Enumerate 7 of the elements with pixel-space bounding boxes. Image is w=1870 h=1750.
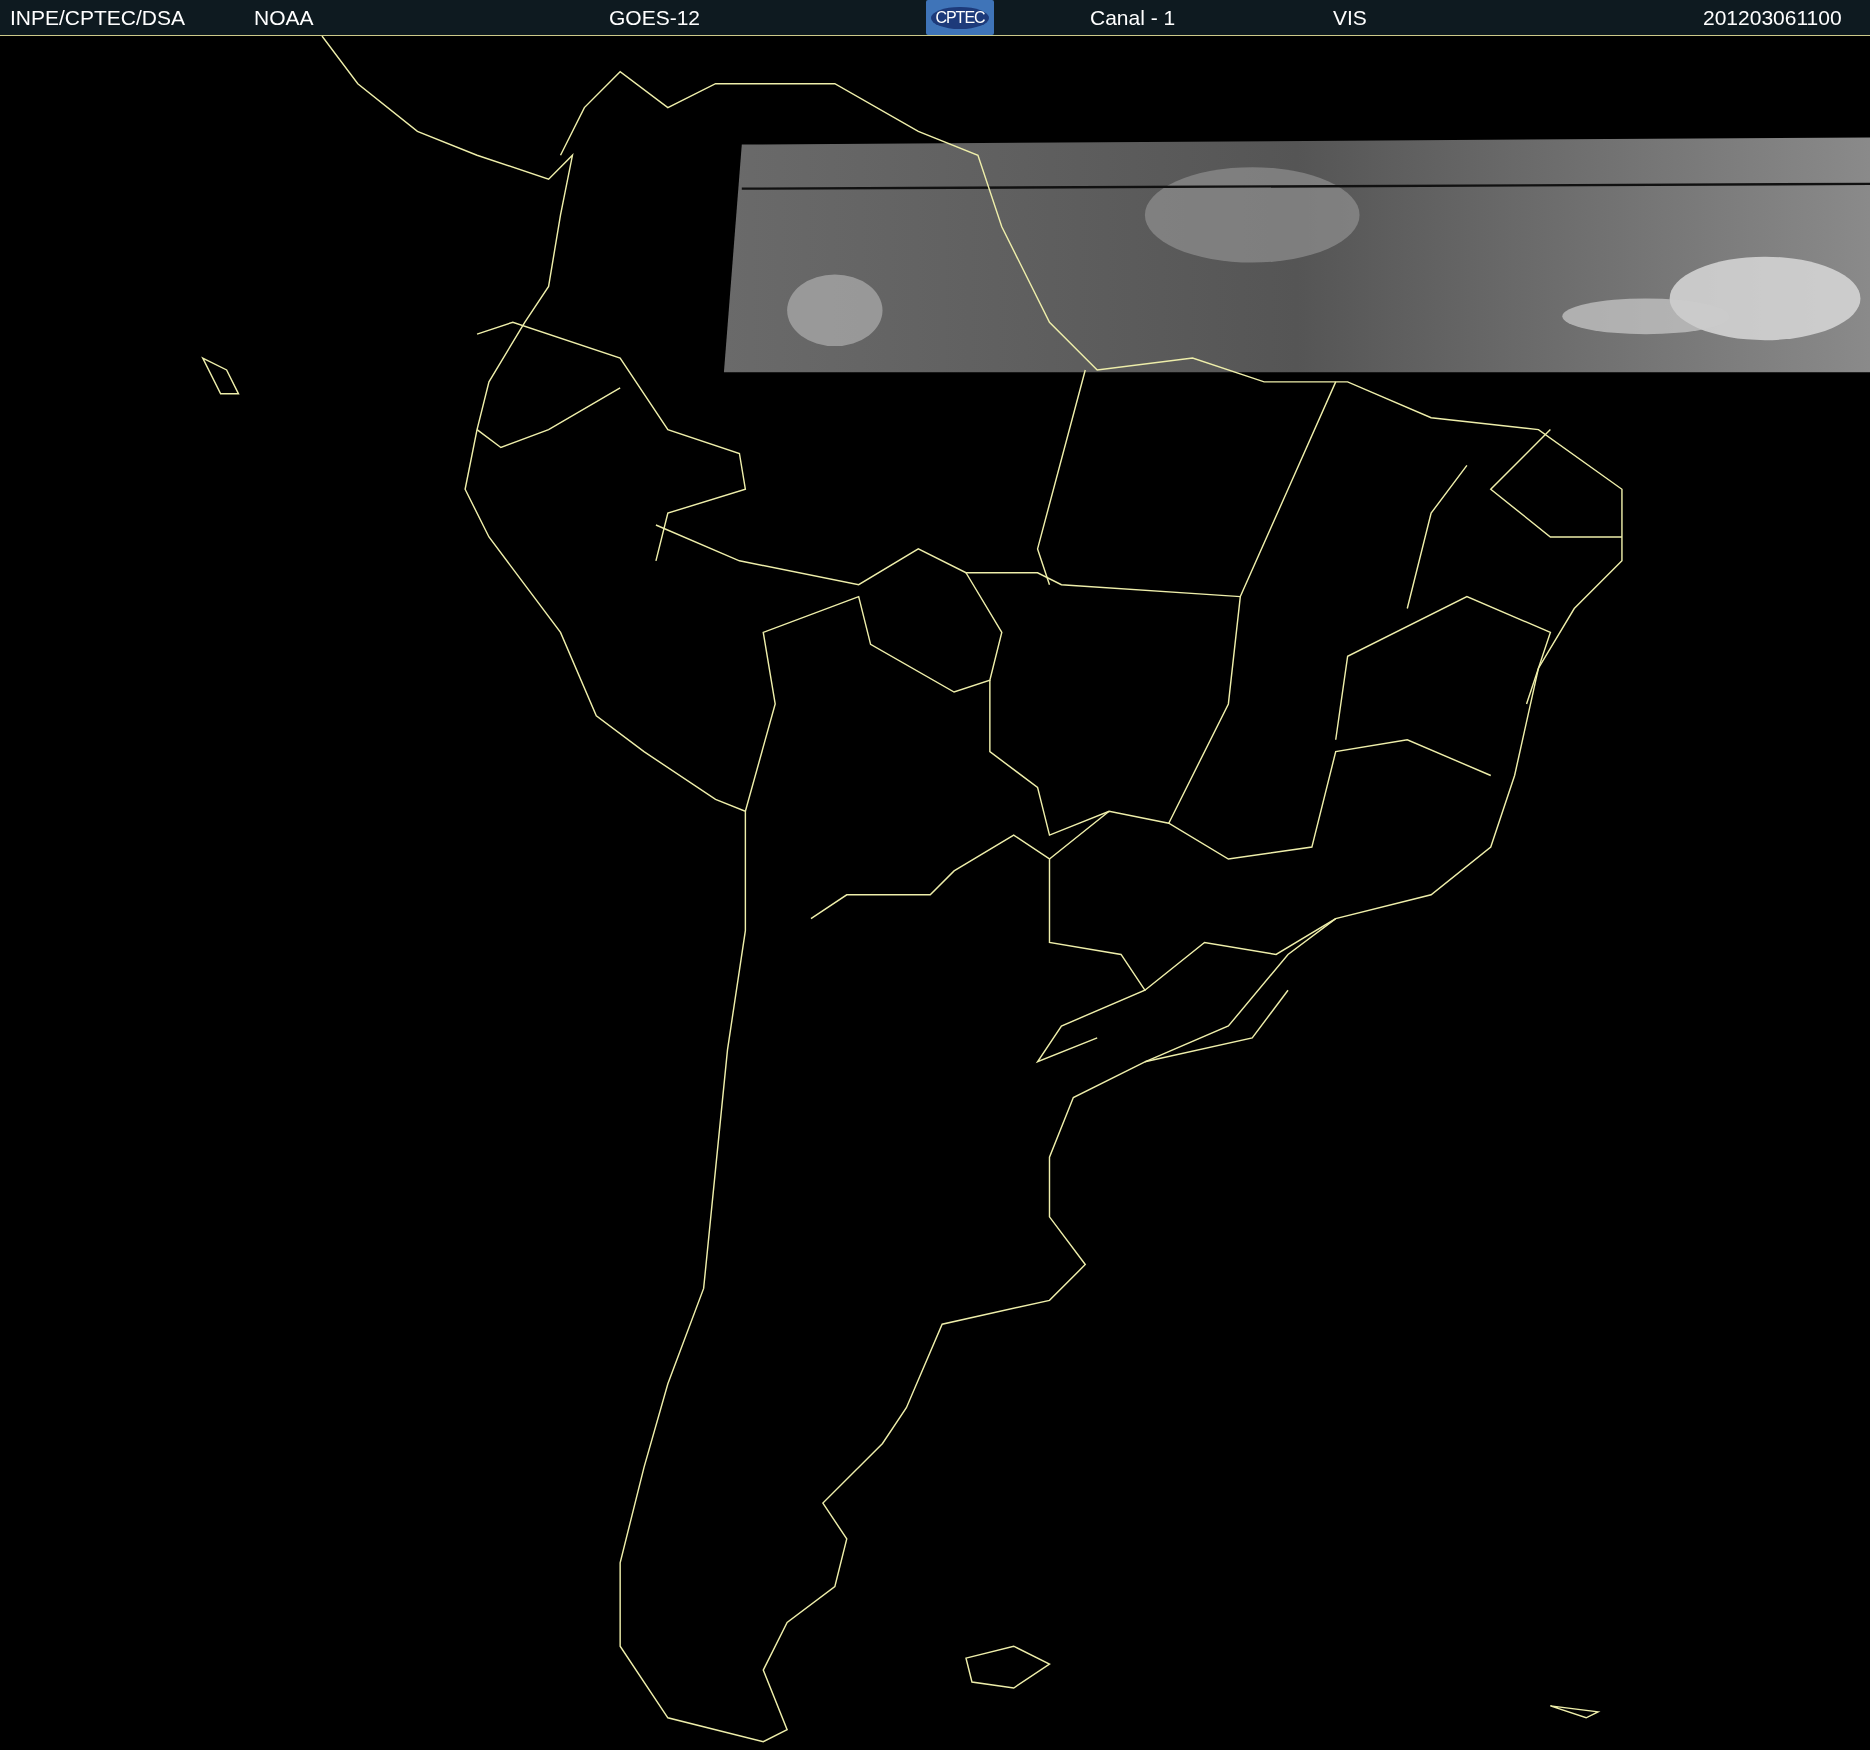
header-label: NOAA xyxy=(254,5,314,30)
header-label: INPE/CPTEC/DSA xyxy=(10,5,186,30)
header-label: VIS xyxy=(1333,5,1367,30)
header-label: 201203061100 xyxy=(1703,5,1842,30)
header-label: GOES-12 xyxy=(609,5,701,30)
logo: CPTEC xyxy=(926,0,994,35)
header-label: Canal - 1 xyxy=(1090,5,1176,30)
